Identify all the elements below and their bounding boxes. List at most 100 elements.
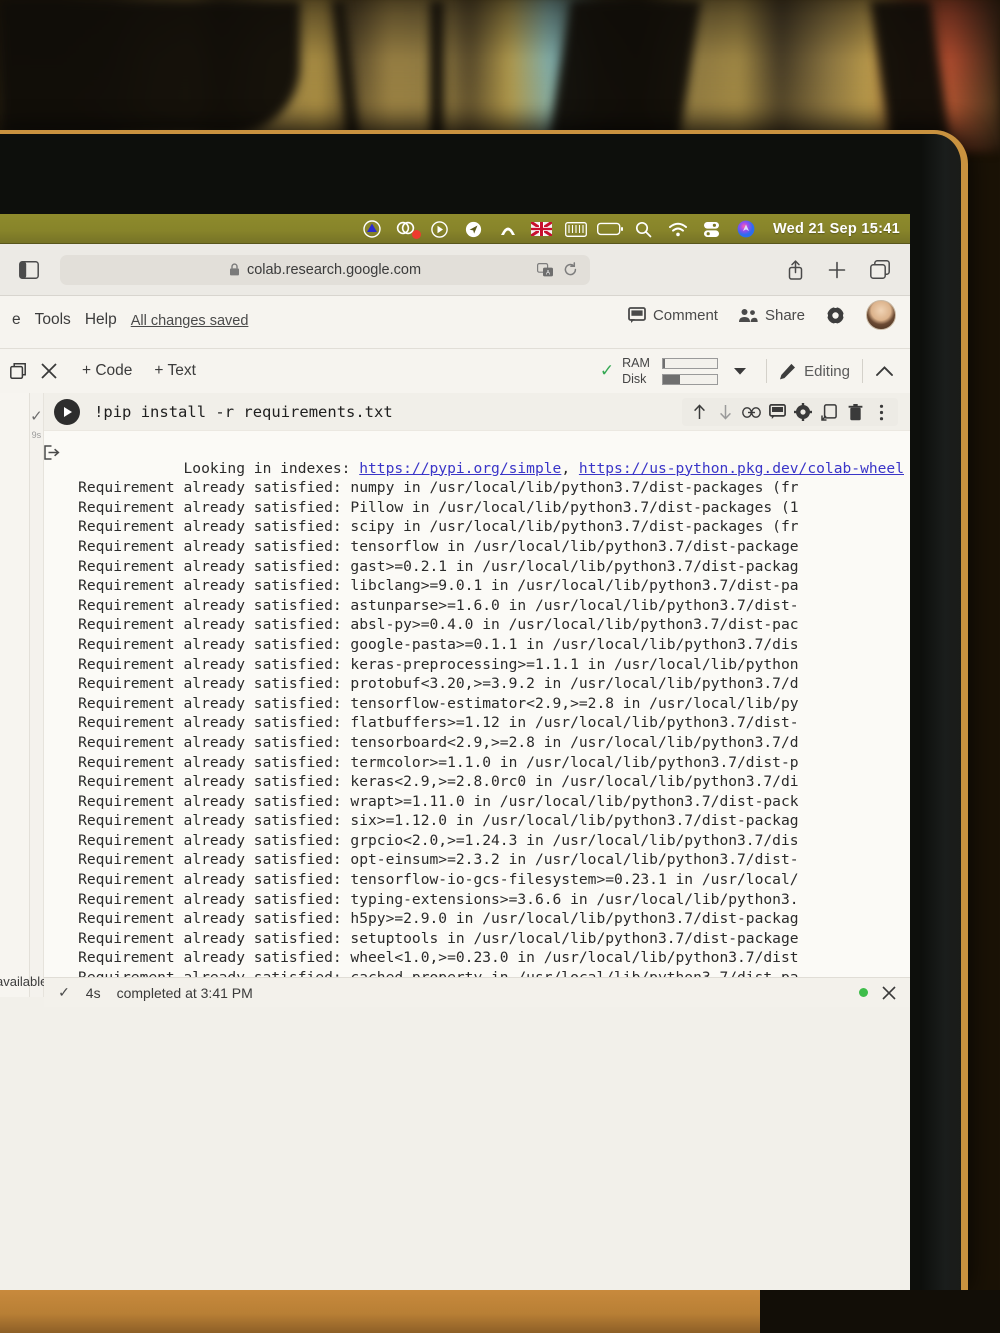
save-status[interactable]: All changes saved (131, 313, 249, 329)
execution-status: completed at 3:41 PM (116, 984, 253, 1001)
cell-toolbar (682, 398, 898, 426)
add-cell-buttons: + Code + Text (66, 362, 196, 380)
translate-icon[interactable]: A (537, 262, 554, 277)
code-cell-source[interactable]: !pip install -r requirements.txt (94, 403, 393, 421)
cell-output: Looking in indexes: https://pypi.org/sim… (44, 431, 910, 977)
output-text[interactable]: Looking in indexes: https://pypi.org/sim… (78, 439, 910, 977)
battery-icon[interactable] (593, 214, 627, 244)
cell-success-check-icon: ✓ (30, 408, 43, 425)
window-controls (10, 362, 66, 380)
link-to-cell-icon[interactable] (738, 399, 764, 425)
location-icon[interactable] (457, 214, 491, 244)
code-cell[interactable]: !pip install -r requirements.txt (44, 393, 910, 431)
menu-item-truncated[interactable]: e (12, 311, 21, 329)
control-center-icon[interactable] (695, 214, 729, 244)
output-arrow-icon (44, 439, 78, 977)
editing-label: Editing (804, 362, 850, 380)
comment-icon (628, 306, 646, 324)
pypi-index-link[interactable]: https://pypi.org/simple (359, 460, 561, 477)
resource-meter[interactable]: ✓ RAM Disk (600, 356, 754, 386)
comment-button[interactable]: Comment (628, 307, 718, 324)
gear-icon[interactable] (825, 304, 846, 326)
background-chair (548, 0, 702, 140)
record-icon[interactable] (423, 214, 457, 244)
notebook-body: available ✓ 9s !pip install -r requireme… (0, 393, 910, 1007)
notebook-left-panel: available (0, 393, 47, 997)
colab-header-actions: Comment Share (628, 300, 896, 330)
close-icon[interactable] (882, 985, 896, 1000)
move-cell-down-icon[interactable] (712, 399, 738, 425)
toolbar-divider (766, 359, 768, 383)
background-chair (0, 0, 300, 135)
address-bar-url: colab.research.google.com (246, 261, 422, 278)
ram-label: RAM (622, 356, 650, 370)
avatar[interactable] (866, 300, 896, 330)
notification-badge-dot (411, 230, 421, 239)
colab-wheels-index-link[interactable]: https://us-python.pkg.dev/colab-wheel (579, 460, 904, 477)
cell-settings-icon[interactable] (790, 399, 816, 425)
add-comment-icon[interactable] (764, 399, 790, 425)
connected-check-icon: ✓ (599, 361, 615, 380)
execution-duration: 4s (85, 984, 101, 1001)
disk-label: Disk (622, 372, 647, 386)
chevron-down-icon[interactable] (734, 367, 747, 375)
address-bar-actions: A (537, 262, 578, 277)
mirror-cell-icon[interactable] (816, 399, 842, 425)
people-icon (738, 308, 758, 323)
sidebar-toggle-icon[interactable] (14, 260, 44, 279)
share-button[interactable]: Share (738, 307, 805, 324)
ram-bar (662, 357, 719, 369)
svg-text:A: A (546, 270, 550, 276)
background-chair-leg (430, 0, 444, 140)
menubar-clock[interactable]: Wed 21 Sep 15:41 (763, 221, 900, 237)
tab-overview-icon[interactable] (870, 260, 890, 279)
close-window-icon[interactable] (40, 362, 58, 380)
spotlight-search-icon[interactable] (627, 214, 661, 244)
lock-icon (229, 263, 240, 276)
cell-status-gutter: ✓ 9s (29, 393, 45, 997)
laptop-screen: Wed 21 Sep 15:41 colab.research.google.c… (0, 214, 910, 1290)
move-cell-up-icon[interactable] (686, 399, 712, 425)
safari-toolbar: colab.research.google.com A (0, 244, 910, 296)
more-options-icon[interactable] (868, 399, 894, 425)
menu-item-help[interactable]: Help (85, 311, 117, 329)
comment-label: Comment (652, 306, 718, 324)
nordvpn-icon[interactable] (491, 214, 525, 244)
keyboard-icon[interactable] (559, 214, 593, 244)
colab-menubar: e Tools Help All changes saved (12, 311, 248, 333)
run-play-icon[interactable] (54, 398, 81, 425)
wifi-icon[interactable] (661, 214, 695, 244)
reload-icon[interactable] (563, 262, 578, 277)
cell-exec-time: 9s (31, 430, 42, 440)
laptop-body: MacBook Air (0, 130, 968, 1290)
editing-mode-button[interactable]: Editing (779, 363, 850, 380)
pencil-icon (779, 363, 796, 380)
chevron-up-icon[interactable] (875, 365, 900, 377)
notebook-main: !pip install -r requirements.txt Looking… (44, 393, 910, 1007)
address-bar[interactable]: colab.research.google.com A (60, 254, 590, 285)
execution-status-right (859, 985, 896, 1000)
flag-uk-icon[interactable] (525, 214, 559, 244)
share-label: Share (764, 306, 805, 324)
colab-toolbar: + Code + Text ✓ RAM Disk Editing (0, 348, 910, 393)
safari-actions (787, 259, 896, 280)
delete-cell-icon[interactable] (842, 399, 868, 425)
execution-status-bar: ✓ 4s completed at 3:41 PM (44, 977, 910, 1007)
desk-shadow (760, 1290, 1000, 1333)
siri-icon[interactable] (729, 214, 763, 244)
restore-window-icon[interactable] (10, 363, 26, 379)
plus-icon[interactable] (828, 261, 846, 279)
share-icon[interactable] (787, 259, 804, 280)
add-text-cell-button[interactable]: + Text (154, 362, 196, 380)
sidebar-hint-text: available (0, 974, 48, 989)
dropbox-icon[interactable] (355, 214, 389, 244)
grammarly-icon[interactable] (389, 214, 423, 244)
toolbar-right: ✓ RAM Disk Editing (600, 356, 900, 386)
disk-bar (662, 373, 719, 385)
bezel-sheen (921, 134, 961, 1290)
toolbar-divider (862, 359, 863, 383)
menu-item-tools[interactable]: Tools (35, 311, 71, 329)
add-code-cell-button[interactable]: + Code (82, 362, 132, 380)
check-icon: ✓ (58, 984, 70, 1000)
colab-header: e Tools Help All changes saved Comment S… (0, 296, 910, 348)
